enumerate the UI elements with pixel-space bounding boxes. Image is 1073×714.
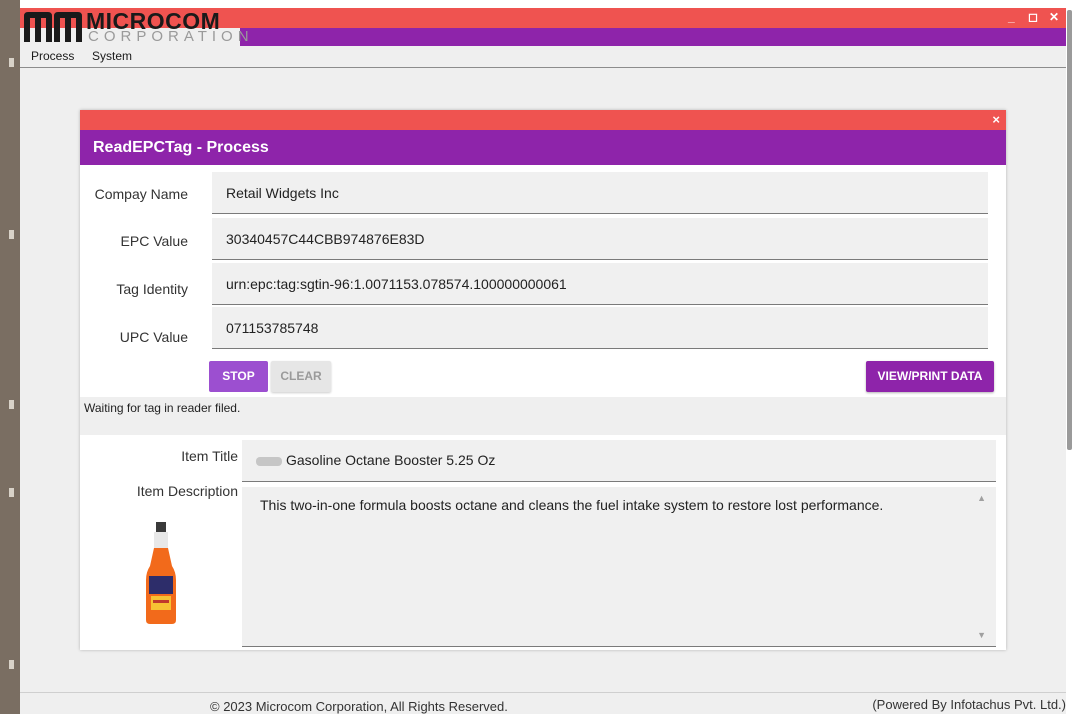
scroll-down-icon[interactable]: ▼ [977, 630, 986, 640]
tag-identity-field[interactable]: urn:epc:tag:sgtin-96:1.0071153.078574.10… [212, 263, 988, 305]
dialog-title: ReadEPCTag - Process [80, 130, 1006, 165]
item-title-label: Item Title [181, 448, 238, 464]
item-description-label: Item Description [136, 483, 238, 499]
close-button[interactable]: ✕ [1049, 10, 1059, 24]
company-logo: MICROCOM CORPORATION [20, 8, 249, 46]
app-window: MICROCOM CORPORATION _ ◻ ✕ Process Syste… [20, 8, 1066, 714]
menu-system[interactable]: System [92, 49, 132, 63]
desktop-mark [9, 58, 14, 67]
company-name-field[interactable]: Retail Widgets Inc [212, 172, 988, 214]
item-description-value: This two-in-one formula boosts octane an… [260, 497, 884, 513]
item-title-field[interactable]: Gasoline Octane Booster 5.25 Oz [242, 440, 996, 482]
view-print-data-button[interactable]: VIEW/PRINT DATA [866, 361, 994, 392]
maximize-button[interactable]: ◻ [1028, 10, 1038, 24]
epc-value-label: EPC Value [120, 233, 188, 249]
clear-button[interactable]: CLEAR [271, 361, 331, 392]
item-title-value: Gasoline Octane Booster 5.25 Oz [286, 452, 496, 468]
desktop-mark [9, 660, 14, 669]
scroll-up-icon[interactable]: ▲ [977, 493, 986, 503]
upc-value-label: UPC Value [119, 329, 188, 345]
upc-value-field[interactable]: 071153785748 [212, 307, 988, 349]
dialog-close-button[interactable]: × [992, 112, 1000, 127]
footer: © 2023 Microcom Corporation, All Rights … [20, 692, 1066, 714]
title-bar-accent [240, 28, 1066, 46]
desktop-background [0, 0, 20, 714]
dialog-header-bar: × [80, 110, 1006, 130]
outer-scrollbar[interactable] [1067, 10, 1072, 450]
epc-value-field[interactable]: 30340457C44CBB974876E83D [212, 218, 988, 260]
stop-button[interactable]: STOP [209, 361, 268, 392]
menu-process[interactable]: Process [31, 49, 74, 63]
logo-mark-icon [24, 12, 82, 42]
company-name-label: Compay Name [94, 186, 188, 202]
product-image [146, 522, 176, 624]
tag-identity-label: Tag Identity [116, 281, 188, 297]
desktop-mark [9, 400, 14, 409]
desktop-mark [9, 230, 14, 239]
redacted-brand [256, 456, 282, 466]
status-text: Waiting for tag in reader filed. [84, 401, 241, 415]
copyright-text: © 2023 Microcom Corporation, All Rights … [210, 699, 508, 714]
logo-subtitle: CORPORATION [88, 28, 254, 45]
read-epc-tag-dialog: × ReadEPCTag - Process Compay Name Retai… [80, 110, 1006, 650]
minimize-button[interactable]: _ [1008, 10, 1015, 24]
powered-by-text: (Powered By Infotachus Pvt. Ltd.) [872, 697, 1066, 712]
status-bar: Waiting for tag in reader filed. [80, 397, 1006, 435]
item-description-field[interactable]: This two-in-one formula boosts octane an… [242, 487, 996, 647]
menu-bar: Process System [20, 46, 1066, 68]
desktop-right-edge [1066, 0, 1073, 714]
desktop-mark [9, 488, 14, 497]
